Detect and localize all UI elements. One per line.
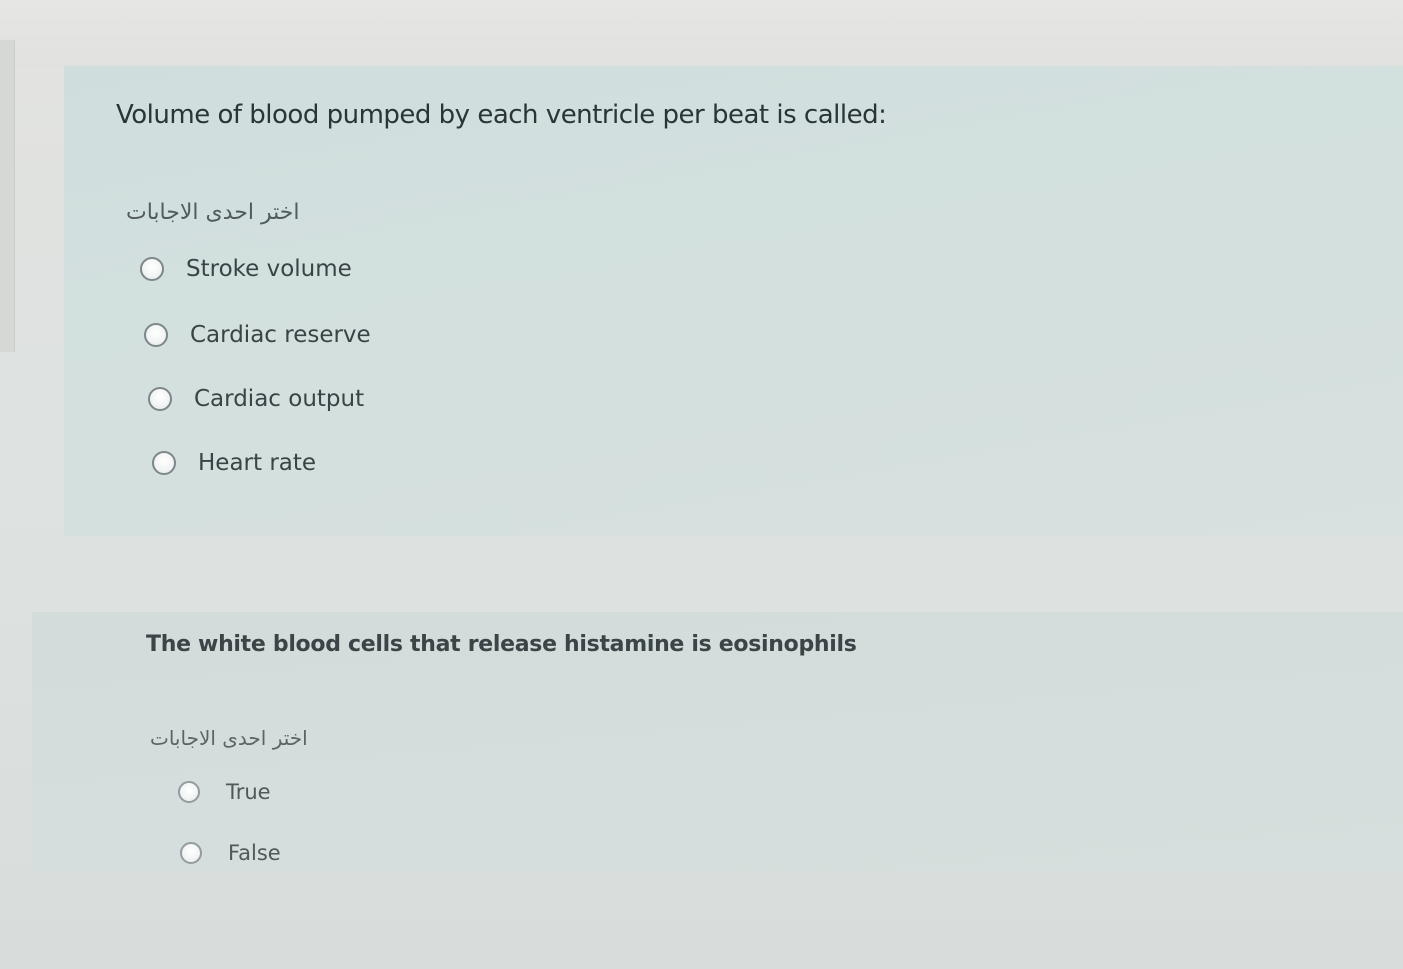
answer-option-heart-rate[interactable]: Heart rate — [152, 450, 316, 476]
radio-button[interactable] — [152, 451, 176, 475]
radio-button[interactable] — [144, 323, 168, 347]
question-card-1: Volume of blood pumped by each ventricle… — [64, 66, 1403, 536]
answer-option-stroke-volume[interactable]: Stroke volume — [140, 256, 352, 282]
answer-option-false[interactable]: False — [180, 841, 281, 865]
answer-option-cardiac-reserve[interactable]: Cardiac reserve — [144, 322, 371, 348]
option-label: False — [228, 841, 281, 865]
option-label: Stroke volume — [186, 256, 352, 282]
answer-option-cardiac-output[interactable]: Cardiac output — [148, 386, 364, 412]
answer-option-true[interactable]: True — [178, 780, 271, 804]
option-label: Cardiac reserve — [190, 322, 371, 348]
option-label: True — [226, 780, 271, 804]
question-card-2: The white blood cells that release hista… — [32, 612, 1403, 872]
choose-answer-prompt: اختر احدى الاجابات — [126, 200, 300, 225]
question-text: The white blood cells that release hista… — [146, 632, 857, 657]
radio-button[interactable] — [140, 257, 164, 281]
option-label: Cardiac output — [194, 386, 365, 412]
choose-answer-prompt: اختر احدى الاجابات — [150, 726, 308, 750]
option-label: Heart rate — [198, 450, 317, 476]
radio-button[interactable] — [148, 387, 172, 411]
radio-button[interactable] — [180, 842, 202, 864]
top-band — [0, 0, 1403, 68]
left-edge-strip — [0, 40, 15, 352]
question-text: Volume of blood pumped by each ventricle… — [116, 100, 887, 130]
radio-button[interactable] — [178, 781, 200, 803]
